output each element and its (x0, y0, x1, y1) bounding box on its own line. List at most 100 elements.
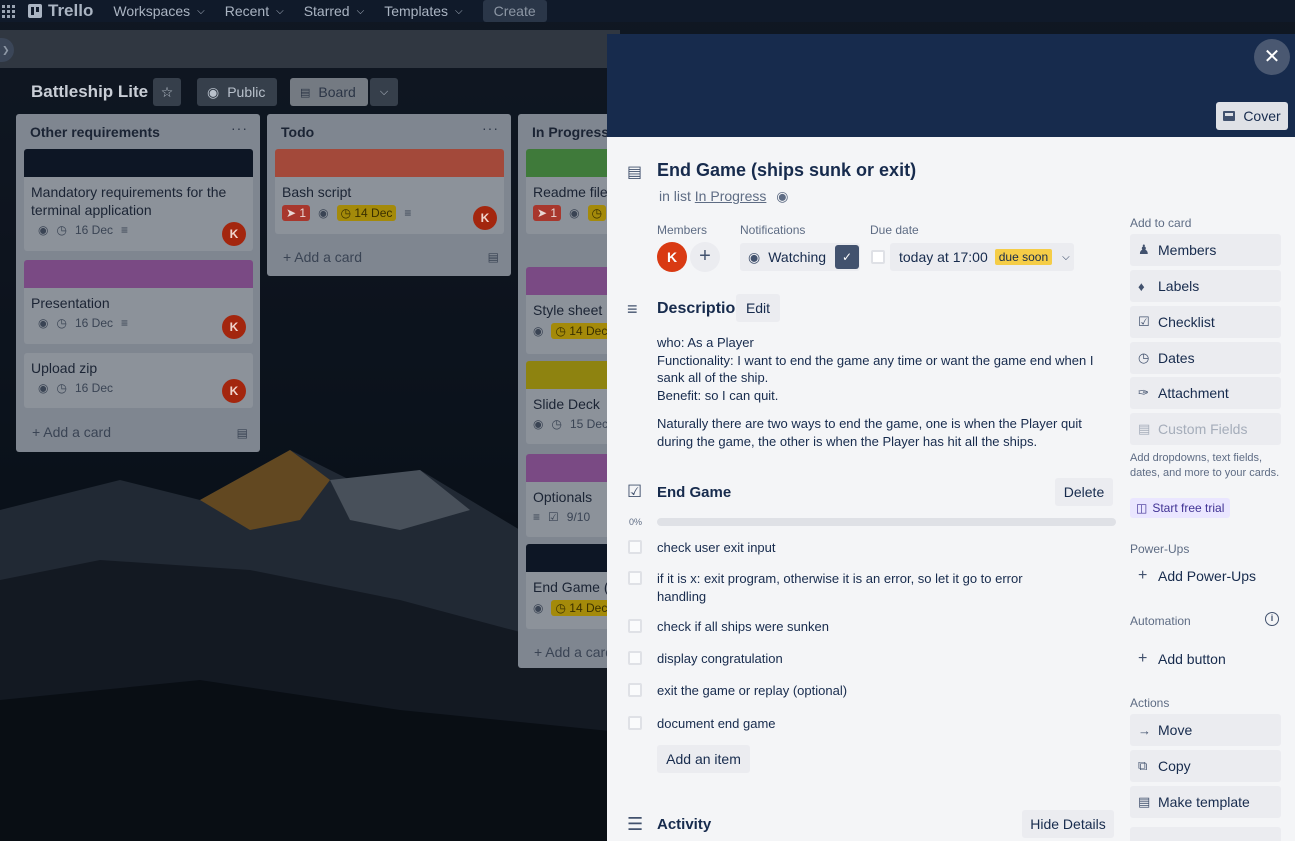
nav-starred[interactable]: Starred ⌵ (304, 3, 365, 19)
add-automation-button[interactable]: + Add button (1138, 650, 1226, 668)
create-from-template-icon[interactable]: ▤ (488, 250, 499, 264)
create-from-template-icon[interactable]: ▤ (237, 426, 248, 440)
gift-icon: ◫ (1136, 501, 1148, 515)
sidebar-dates-button[interactable]: ◷ Dates (1130, 342, 1281, 374)
member-avatar[interactable]: K (222, 379, 246, 403)
checklist-item-text[interactable]: if it is x: exit program, otherwise it i… (657, 570, 1067, 605)
list-title[interactable]: Todo (281, 124, 314, 140)
plus-icon: + (699, 245, 711, 267)
add-member-button[interactable]: + (690, 242, 720, 272)
card-icon: ▤ (627, 164, 643, 181)
sidebar-checklist-button[interactable]: ☑ Checklist (1130, 306, 1281, 338)
automation-label: Automation (1130, 614, 1191, 628)
description-paragraph[interactable]: Naturally there are two ways to end the … (657, 415, 1107, 450)
description-icon: ≡ (404, 206, 412, 220)
card-title: Presentation (31, 295, 110, 311)
watch-eye-icon: ◉ (38, 316, 49, 330)
checklist-badge: 9/10 (566, 510, 591, 524)
list-link[interactable]: In Progress (695, 188, 767, 204)
sidebar-members-button[interactable]: ♟ Members (1130, 234, 1281, 266)
checklist-item-checkbox[interactable] (628, 540, 642, 554)
list-menu-icon[interactable]: ··· (482, 120, 499, 136)
description-text[interactable]: who: As a Player Functionality: I want t… (657, 334, 1107, 404)
checklist-item-text[interactable]: check if all ships were sunken (657, 618, 1067, 636)
in-list-text: in list In Progress ◉ (659, 188, 789, 204)
due-date-badge: 15 Dec (569, 417, 608, 431)
view-switcher-button[interactable]: ⌵ (370, 78, 398, 106)
delete-checklist-button[interactable]: Delete (1055, 478, 1113, 506)
due-date-badge: 16 Dec (74, 316, 113, 330)
pin-badge: ➤ 1 (533, 205, 562, 221)
add-checklist-item-button[interactable]: Add an item (657, 745, 750, 773)
sidebar-next-action-button[interactable] (1130, 827, 1281, 841)
sidebar-labels-button[interactable]: ♦ Labels (1130, 270, 1281, 302)
hide-details-button[interactable]: Hide Details (1022, 810, 1114, 838)
due-date-badge: ◷ 14 Dec (551, 323, 612, 339)
watch-eye-icon: ◉ (533, 601, 544, 615)
list-menu-icon[interactable]: ··· (231, 120, 248, 136)
card-bash-script[interactable]: Bash script ➤ 1 ◉ ◷ 14 Dec ≡ K (275, 149, 504, 234)
due-date-complete-checkbox[interactable] (871, 250, 885, 264)
star-board-button[interactable]: ☆ (153, 78, 181, 106)
chevron-down-icon: ⌵ (276, 5, 284, 17)
checklist-item-checkbox[interactable] (628, 683, 642, 697)
card-upload-zip[interactable]: Upload zip ◉ ◷ 16 Dec K (24, 353, 253, 408)
sidebar-attachment-button[interactable]: ✑ Attachment (1130, 377, 1281, 409)
board-view-button[interactable]: ▤ Board (290, 78, 368, 106)
info-icon[interactable]: i (1265, 612, 1279, 626)
member-avatar[interactable]: K (473, 206, 497, 230)
list-other-requirements: Other requirements ··· Mandatory require… (16, 114, 260, 452)
checklist-item-text[interactable]: document end game (657, 715, 1067, 733)
globe-icon: ◉ (207, 83, 220, 100)
due-date-badge: 16 Dec (74, 223, 113, 237)
copy-card-button[interactable]: ⧉ Copy (1130, 750, 1281, 782)
checklist-item-text[interactable]: check user exit input (657, 539, 1067, 557)
watch-eye-icon: ◉ (533, 324, 544, 338)
card-presentation[interactable]: Presentation ◉ ◷ 16 Dec ≡ K (24, 260, 253, 344)
checklist-item-checkbox[interactable] (628, 619, 642, 633)
move-card-button[interactable]: → Move (1130, 714, 1281, 746)
board-title[interactable]: Battleship Lite (31, 82, 148, 102)
checklist-item-checkbox[interactable] (628, 716, 642, 730)
make-template-button[interactable]: ▤ Make template (1130, 786, 1281, 818)
board-sub-bar (0, 30, 620, 68)
trello-logo[interactable]: Trello (28, 1, 93, 21)
cover-button[interactable]: Cover (1216, 102, 1288, 130)
nav-templates[interactable]: Templates ⌵ (384, 3, 462, 19)
create-button[interactable]: Create (482, 0, 547, 22)
edit-description-button[interactable]: Edit (736, 294, 780, 322)
member-avatar[interactable]: K (222, 315, 246, 339)
visibility-button[interactable]: ◉ Public (197, 78, 277, 106)
description-icon: ≡ (627, 299, 638, 319)
start-free-trial-button[interactable]: ◫ Start free trial (1130, 498, 1231, 518)
app-switcher-icon[interactable] (2, 4, 18, 18)
add-card-button[interactable]: + Add a card (534, 644, 613, 660)
chevron-down-icon: ⌵ (455, 5, 463, 17)
due-date-label: Due date (870, 223, 919, 237)
card-title[interactable]: End Game (ships sunk or exit) (657, 160, 916, 181)
chevron-down-icon: ⌵ (379, 85, 389, 98)
checklist-title[interactable]: End Game (657, 484, 731, 501)
card-mandatory-requirements[interactable]: Mandatory requirements for the terminal … (24, 149, 253, 251)
nav-recent[interactable]: Recent ⌵ (225, 3, 284, 19)
nav-workspaces[interactable]: Workspaces ⌵ (113, 3, 204, 19)
member-avatar[interactable]: K (222, 222, 246, 246)
card-title: Mandatory requirements for the terminal … (31, 184, 227, 218)
add-card-button[interactable]: + Add a card (283, 249, 362, 265)
add-power-ups-button[interactable]: + Add Power-Ups (1138, 567, 1256, 585)
copy-icon: ⧉ (1138, 758, 1148, 773)
checklist-item-checkbox[interactable] (628, 571, 642, 585)
watch-eye-icon: ◉ (569, 206, 580, 220)
member-avatar[interactable]: K (657, 242, 687, 272)
checklist-item-checkbox[interactable] (628, 651, 642, 665)
close-icon: ✕ (1263, 46, 1281, 68)
due-date-button[interactable]: today at 17:00 due soon ⌵ (890, 243, 1074, 271)
checklist-item-text[interactable]: display congratulation (657, 650, 1067, 668)
add-card-button[interactable]: + Add a card (32, 424, 111, 440)
sidebar-custom-fields-button[interactable]: ▤ Custom Fields (1130, 413, 1281, 445)
list-title[interactable]: In Progress (532, 124, 609, 140)
list-title[interactable]: Other requirements (30, 124, 160, 140)
watching-check-icon[interactable]: ✓ (835, 245, 859, 269)
checklist-item-text[interactable]: exit the game or replay (optional) (657, 682, 1067, 700)
close-modal-button[interactable]: ✕ (1254, 39, 1290, 75)
